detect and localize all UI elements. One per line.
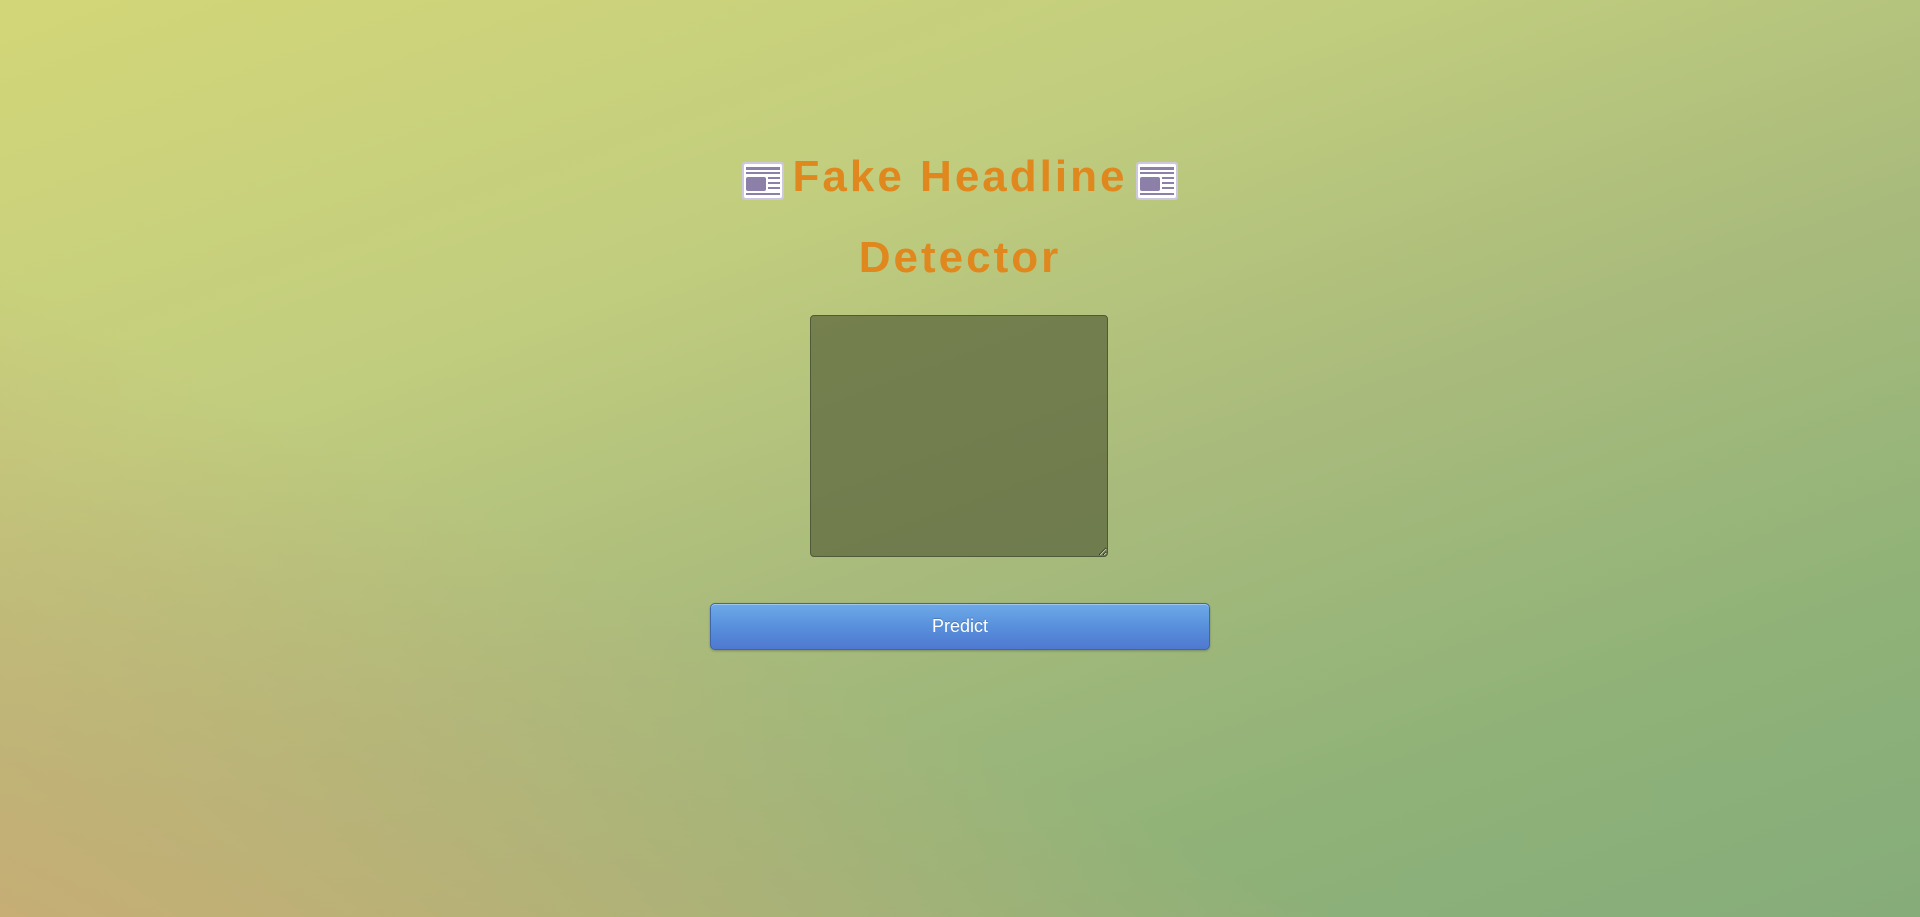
- page-title-line2: Detector: [858, 233, 1062, 282]
- predict-button[interactable]: Predict: [710, 603, 1210, 650]
- newspaper-icon: [1135, 161, 1179, 201]
- headline-input[interactable]: [810, 315, 1108, 557]
- page-title-line1: Fake Headline: [0, 155, 1920, 205]
- newspaper-icon: [741, 161, 785, 201]
- page-title-text: Fake Headline: [792, 152, 1128, 201]
